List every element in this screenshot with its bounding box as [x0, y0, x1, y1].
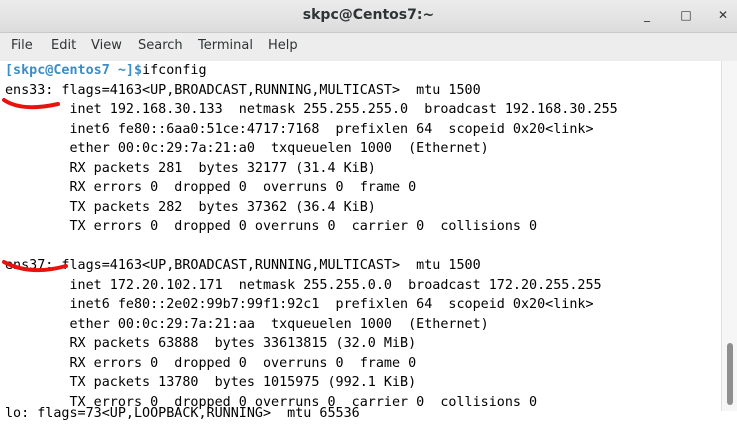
output-line: RX errors 0 dropped 0 overruns 0 frame 0 [5, 355, 417, 371]
output-line: ether 00:0c:29:7a:21:a0 txqueuelen 1000 … [5, 141, 489, 156]
menu-search[interactable]: Search [138, 38, 183, 53]
close-icon[interactable]: ✕ [716, 8, 730, 22]
scrollbar-thumb[interactable] [727, 343, 733, 405]
output-line: ens37: flags=4163<UP,BROADCAST,RUNNING,M… [5, 258, 481, 273]
menu-view[interactable]: View [91, 38, 122, 53]
menu-edit[interactable]: Edit [51, 38, 76, 53]
output-line: inet 192.168.30.133 netmask 255.255.255.… [5, 102, 618, 117]
output-line-partial: lo: flags=73<UP,LOOPBACK,RUNNING> mtu 65… [5, 406, 360, 421]
minimize-icon[interactable]: _ [640, 8, 654, 22]
maximize-icon[interactable]: □ [679, 8, 693, 22]
output-line: inet6 fe80::6aa0:51ce:4717:7168 prefixle… [5, 121, 594, 137]
output-line: TX packets 282 bytes 37362 (36.4 KiB) [5, 199, 376, 215]
window-title: skpc@Centos7:~ [302, 7, 435, 23]
output-line: RX packets 281 bytes 32177 (31.4 KiB) [5, 160, 376, 176]
scrollbar[interactable] [721, 61, 737, 411]
command-line: [skpc@Centos7 ~]$ifconfig [5, 61, 207, 81]
command-text: ifconfig [142, 63, 207, 78]
output-line: RX packets 63888 bytes 33613815 (32.0 Mi… [5, 336, 417, 351]
title-bar[interactable]: skpc@Centos7:~ _ □ ✕ [0, 0, 737, 33]
menu-file[interactable]: File [11, 38, 33, 53]
terminal-output[interactable]: [skpc@Centos7 ~]$ifconfig ens33: flags=4… [0, 61, 721, 421]
menu-help[interactable]: Help [268, 38, 298, 53]
output-line: ether 00:0c:29:7a:21:aa txqueuelen 1000 … [5, 316, 489, 332]
output-line: inet 172.20.102.171 netmask 255.255.0.0 … [5, 277, 602, 293]
output-line: inet6 fe80::2e02:99b7:99f1:92c1 prefixle… [5, 297, 594, 312]
shell-prompt: [skpc@Centos7 ~]$ [5, 63, 143, 78]
output-line: RX errors 0 dropped 0 overruns 0 frame 0 [5, 180, 417, 195]
output-line: TX packets 13780 bytes 1015975 (992.1 Ki… [5, 375, 417, 390]
output-line: ens33: flags=4163<UP,BROADCAST,RUNNING,M… [5, 82, 481, 98]
menu-bar: File Edit View Search Terminal Help [0, 33, 737, 62]
output-line: TX errors 0 dropped 0 overruns 0 carrier… [5, 219, 538, 234]
menu-terminal[interactable]: Terminal [198, 38, 253, 53]
